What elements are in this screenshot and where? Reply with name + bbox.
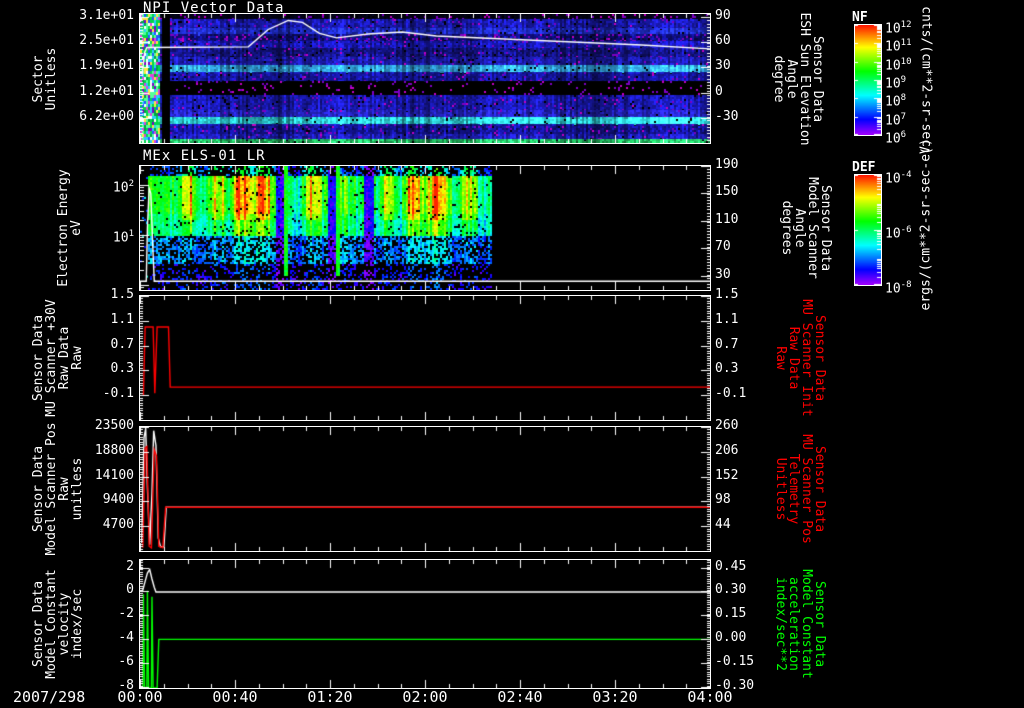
panel-4-right-tick-0: 260: [715, 418, 739, 433]
panel-2-right-tick-3: 70: [715, 238, 731, 254]
panel-5-right-tick-1: 0.30: [715, 582, 747, 598]
panel-1-left-label: Sector Unitless: [31, 47, 59, 110]
panel-4-right-tick-3: 98: [715, 492, 731, 508]
panel-2-right-tick-4: 30: [715, 266, 731, 282]
panel-1-left-tick-4: 6.2e+00: [79, 108, 134, 124]
panel-4-right-tick-4: 44: [715, 517, 731, 533]
time-tick-6: 04:00: [687, 688, 733, 706]
panel-2-right-tick-1: 150: [715, 184, 739, 200]
colorbar-nf-title: NF: [852, 10, 868, 25]
panel-4-right-tick-2: 152: [715, 467, 739, 483]
time-tick-2: 01:20: [307, 688, 353, 706]
panel-5-right-tick-0: 0.45: [715, 558, 747, 574]
panel-1-left-tick-0: 3.1e+01: [79, 8, 134, 24]
time-tick-1: 00:40: [212, 688, 258, 706]
panel-1-right-tick-3: 0: [715, 83, 723, 99]
colorbar-def-unit: ergs/(cm**2-sr-sec-eV): [918, 137, 934, 310]
panel-3-right-tick-1: 1.1: [715, 311, 739, 327]
panel-1-left-tick-3: 1.2e+01: [79, 83, 134, 99]
panel-3-right-tick-3: 0.3: [715, 361, 739, 377]
panel-2-canvas: [139, 165, 711, 291]
panel-3-right-tick-4: -0.1: [715, 386, 747, 402]
panel-5-right-tick-2: 0.15: [715, 606, 747, 622]
panel-2-right-tick-0: 190: [715, 157, 739, 172]
screen: NPI Vector Data MEx ELS-01 LR NF DEF 200…: [0, 0, 1024, 708]
panel-5-right-tick-4: -0.15: [715, 653, 755, 669]
time-tick-0: 00:00: [117, 688, 163, 706]
panel-4-right-tick-1: 206: [715, 442, 739, 458]
panel-3-canvas: [139, 295, 711, 421]
panel-1-right-label: Sensor Data ESH Sun Elevation Angle degree: [771, 11, 825, 146]
panel-3-right-tick-2: 0.7: [715, 336, 739, 352]
colorbar-def-title: DEF: [852, 160, 876, 175]
panel-1-left-tick-1: 2.5e+01: [79, 33, 134, 49]
colorbar-def-canvas: [854, 174, 882, 286]
panel-1-left-tick-2: 1.9e+01: [79, 57, 134, 73]
time-tick-3: 02:00: [402, 688, 448, 706]
panel-1-right-tick-4: -30: [715, 108, 739, 124]
panel-1-right-tick-0: 90: [715, 8, 731, 24]
panel-2-right-tick-2: 110: [715, 211, 739, 227]
time-tick-4: 02:40: [497, 688, 543, 706]
time-tick-5: 03:20: [592, 688, 638, 706]
panel-5-right-tick-3: 0.00: [715, 630, 747, 646]
colorbar-nf-canvas: [854, 24, 882, 136]
panel-2-title: MEx ELS-01 LR: [143, 148, 266, 164]
panel-1-right-tick-1: 60: [715, 33, 731, 49]
panel-1-right-tick-2: 30: [715, 57, 731, 73]
panel-4-canvas: [139, 426, 711, 552]
panel-1-canvas: [139, 13, 711, 144]
panel-5-canvas: [139, 559, 711, 689]
panel-5-right-label: Sensor Data Model Constant acceleration ind…: [773, 569, 827, 679]
colorbar-nf-unit: cnts/(cm**2-sr-sec): [918, 5, 934, 155]
panel-3-right-tick-0: 1.5: [715, 287, 739, 302]
panel-5-left-label: Sensor Data Model Constant velocity index/s…: [31, 569, 85, 679]
